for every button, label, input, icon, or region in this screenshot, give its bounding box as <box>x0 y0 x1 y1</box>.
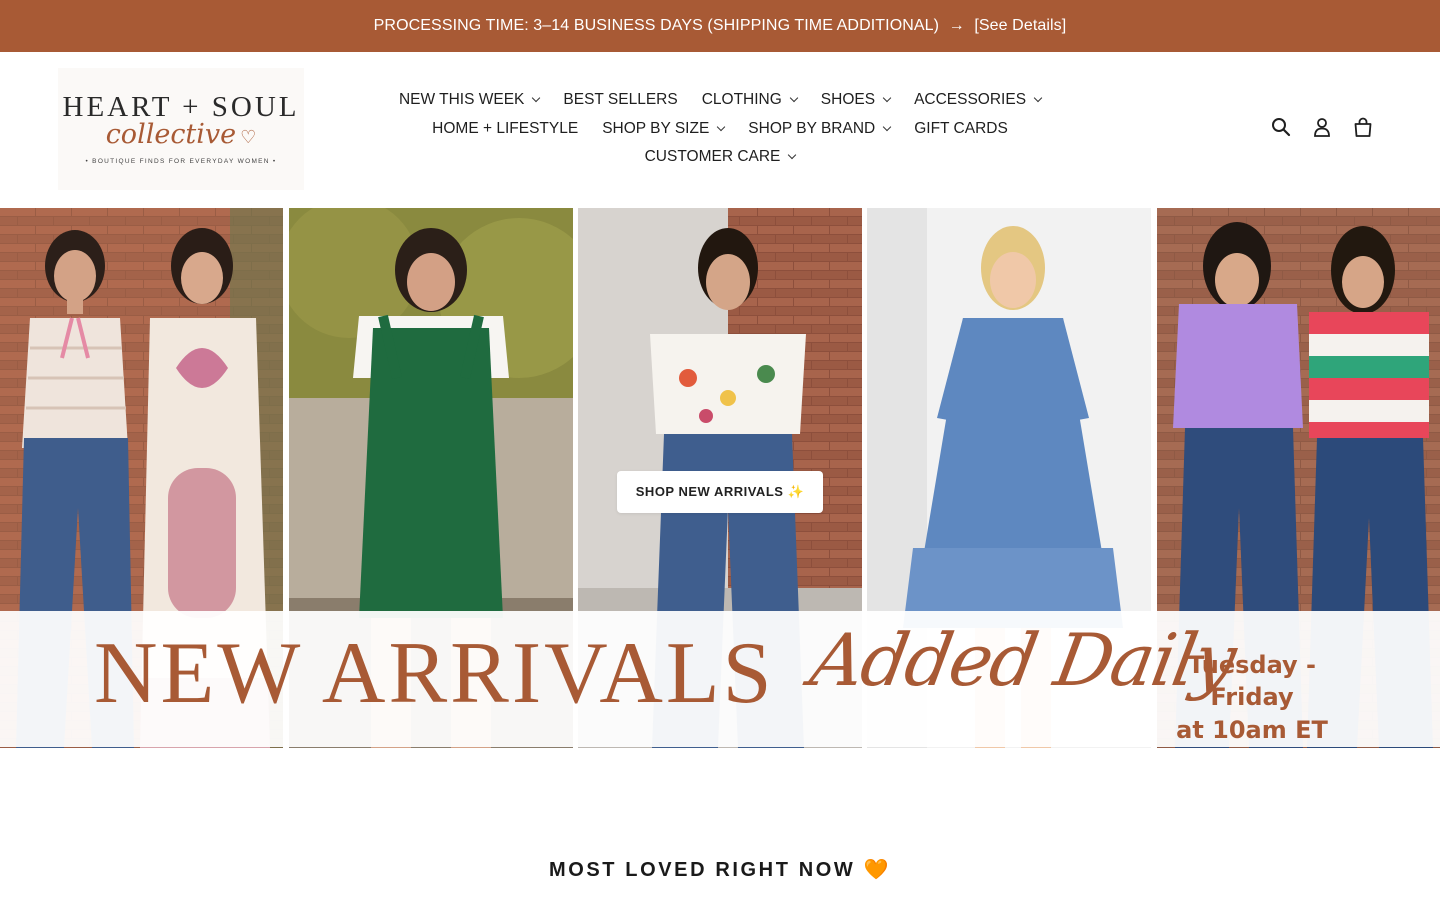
nav-label: SHOES <box>820 91 876 109</box>
hero-banner[interactable]: NEW ARRIVALS Added Daily Tuesday - Frida… <box>0 208 1440 748</box>
chevron-down-icon <box>882 94 892 103</box>
site-header: HEART + SOUL collective ♡ • BOUTIQUE FIND… <box>0 52 1440 208</box>
nav-item-accessories[interactable]: ACCESSORIES <box>914 91 1043 109</box>
logo-tagline: • BOUTIQUE FINDS FOR EVERYDAY WOMEN • <box>85 157 277 165</box>
nav-label: NEW THIS WEEK <box>398 91 525 109</box>
banner-title: NEW ARRIVALS <box>94 625 775 722</box>
account-icon <box>1314 118 1330 137</box>
announcement-bar: PROCESSING TIME: 3–14 BUSINESS DAYS (SHI… <box>0 0 1440 52</box>
chevron-down-icon <box>789 94 799 103</box>
chevron-down-icon <box>882 122 892 131</box>
chevron-down-icon <box>532 94 541 103</box>
search-icon <box>1272 118 1291 137</box>
chevron-down-icon <box>788 151 797 160</box>
nav-label: ACCESSORIES <box>914 91 1027 109</box>
banner-schedule-days: Tuesday - Friday <box>1188 651 1316 712</box>
nav-label: GIFT CARDS <box>914 119 1008 137</box>
announcement-text: PROCESSING TIME: 3–14 BUSINESS DAYS (SHI… <box>374 17 1067 35</box>
see-details-link[interactable]: [See Details] <box>974 17 1066 34</box>
nav-item-customer-care[interactable]: CUSTOMER CARE <box>644 148 797 166</box>
banner-schedule: Tuesday - Friday at 10am ET <box>1144 649 1360 746</box>
nav-item-gift-cards[interactable]: GIFT CARDS <box>914 120 1008 138</box>
nav-label: BEST SELLERS <box>563 91 678 109</box>
logo-script-text: collective <box>105 119 237 151</box>
nav-item-shop-by-brand[interactable]: SHOP BY BRAND <box>748 119 892 138</box>
nav-label: CUSTOMER CARE <box>644 148 781 166</box>
nav-item-clothing[interactable]: CLOTHING <box>701 91 799 109</box>
chevron-down-icon <box>717 122 726 131</box>
shop-new-arrivals-button[interactable]: SHOP NEW ARRIVALS ✨ <box>617 471 823 513</box>
banner-schedule-time: at 10am ET <box>1176 715 1328 744</box>
logo-title: HEART + SOUL <box>62 91 300 124</box>
nav-item-shop-by-size[interactable]: SHOP BY SIZE <box>602 119 726 138</box>
header-icons <box>1270 116 1393 138</box>
announcement-message: PROCESSING TIME: 3–14 BUSINESS DAYS (SHI… <box>373 17 940 34</box>
section-title: MOST LOVED RIGHT NOW 🧡 <box>0 857 1440 882</box>
nav-item-new-this-week[interactable]: NEW THIS WEEK <box>398 91 541 109</box>
logo-script: collective ♡ <box>106 120 257 150</box>
cart-icon <box>1354 117 1372 137</box>
nav-label: CLOTHING <box>701 91 782 109</box>
cart-button[interactable] <box>1352 116 1374 138</box>
search-button[interactable] <box>1270 116 1292 138</box>
nav-label: HOME + LIFESTYLE <box>432 119 579 137</box>
nav-label: SHOP BY BRAND <box>748 119 876 137</box>
chevron-down-icon <box>1033 94 1043 103</box>
orange-heart-icon: 🧡 <box>863 859 892 881</box>
heart-icon: ♡ <box>240 127 257 149</box>
nav-item-home-lifestyle[interactable]: HOME + LIFESTYLE <box>432 120 578 138</box>
new-arrivals-banner: NEW ARRIVALS Added Daily Tuesday - Frida… <box>0 611 1440 747</box>
arrow-icon: → <box>948 17 965 34</box>
nav-item-best-sellers[interactable]: BEST SELLERS <box>563 91 677 109</box>
main-navigation: NEW THIS WEEK BEST SELLERS CLOTHING SHOE… <box>360 86 1080 172</box>
nav-row-1: NEW THIS WEEK BEST SELLERS CLOTHING SHOE… <box>360 86 1080 115</box>
account-button[interactable] <box>1311 116 1333 138</box>
nav-row-2: HOME + LIFESTYLE SHOP BY SIZE SHOP BY BR… <box>360 115 1080 144</box>
section-title-text: MOST LOVED RIGHT NOW <box>548 859 856 881</box>
nav-row-3: CUSTOMER CARE <box>360 143 1080 172</box>
nav-label: SHOP BY SIZE <box>602 119 710 137</box>
brand-logo[interactable]: HEART + SOUL collective ♡ • BOUTIQUE FIND… <box>58 68 304 190</box>
nav-item-shoes[interactable]: SHOES <box>820 91 892 109</box>
